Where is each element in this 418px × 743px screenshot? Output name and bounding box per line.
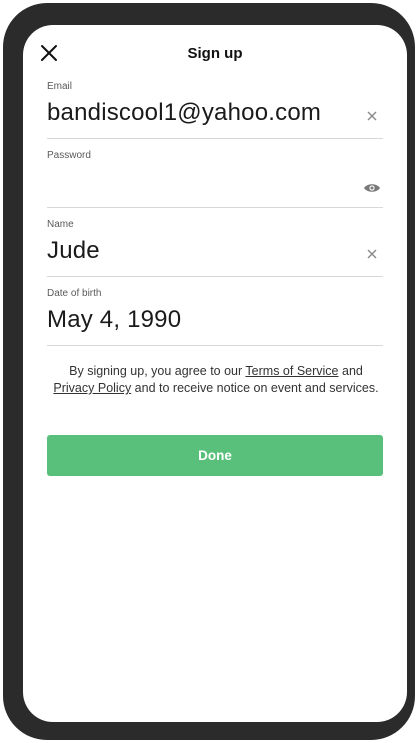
terms-prefix: By signing up, you agree to our	[69, 364, 246, 378]
email-clear-button[interactable]	[365, 109, 379, 123]
app-screen: Sign up Email bandiscool1@yahoo.com Pass…	[23, 25, 407, 722]
email-input[interactable]: bandiscool1@yahoo.com	[47, 99, 321, 127]
email-label: Email	[47, 81, 73, 92]
terms-text: By signing up, you agree to our Terms of…	[51, 363, 381, 397]
show-password-button[interactable]	[363, 181, 381, 193]
name-input[interactable]: Jude	[47, 237, 100, 265]
date-of-birth-label: Date of birth	[47, 288, 102, 299]
email-field[interactable]: Email bandiscool1@yahoo.com	[47, 81, 383, 139]
phone-frame: Sign up Email bandiscool1@yahoo.com Pass…	[3, 3, 415, 740]
done-button-label: Done	[198, 448, 232, 463]
terms-and: and	[338, 364, 363, 378]
done-button[interactable]: Done	[47, 435, 383, 476]
password-field[interactable]: Password	[47, 150, 383, 208]
clear-icon	[367, 249, 377, 259]
name-clear-button[interactable]	[365, 247, 379, 261]
page-title: Sign up	[187, 45, 243, 62]
date-of-birth-field[interactable]: Date of birth May 4, 1990	[47, 288, 383, 346]
eye-icon	[364, 184, 380, 192]
password-label: Password	[47, 150, 91, 161]
terms-of-service-link[interactable]: Terms of Service	[245, 364, 338, 378]
top-bar: Sign up	[23, 39, 407, 69]
date-of-birth-input[interactable]: May 4, 1990	[47, 306, 181, 334]
privacy-policy-link[interactable]: Privacy Policy	[53, 381, 131, 395]
clear-icon	[367, 111, 377, 121]
terms-suffix: and to receive notice on event and servi…	[131, 381, 379, 395]
name-label: Name	[47, 219, 74, 230]
name-field[interactable]: Name Jude	[47, 219, 383, 277]
